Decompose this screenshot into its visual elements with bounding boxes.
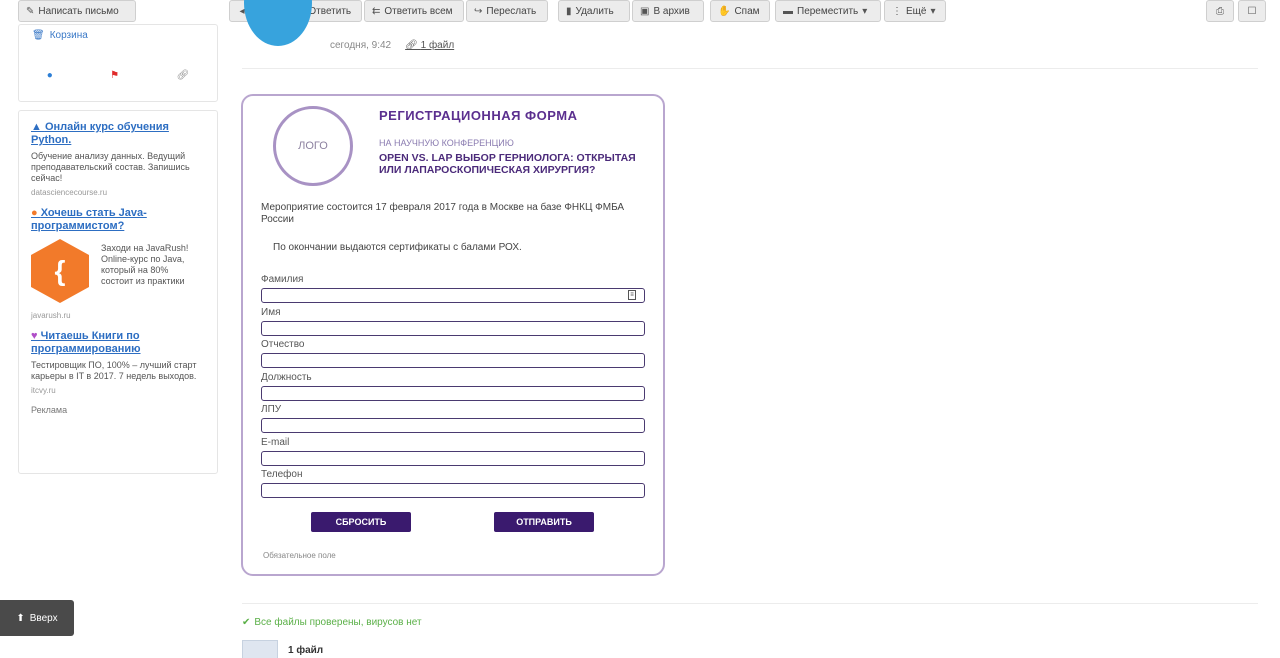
sidebar-filter-icons: ● ⚑ 🔗︎ — [18, 70, 218, 81]
surname-input[interactable]: ≡ — [261, 288, 645, 303]
required-note: Обязательное поле — [263, 551, 336, 560]
name-field: Имя — [261, 307, 645, 336]
forward-button[interactable]: ↪ Переслать — [466, 0, 548, 22]
flag-icon[interactable]: ⚑ — [110, 70, 119, 81]
printer-icon: ⎙ — [1216, 5, 1224, 17]
dots-icon: ⋮ — [892, 5, 902, 17]
email-field: E-mail — [261, 437, 645, 466]
warning-icon: ▲ — [31, 121, 45, 133]
keyboard-icon[interactable]: ≡ — [628, 290, 636, 300]
scroll-up-button[interactable]: ⬆ Вверх — [0, 600, 74, 636]
file-thumbnail[interactable] — [242, 640, 278, 658]
email-input[interactable] — [261, 451, 645, 466]
chevron-down-icon: ▾ — [930, 5, 936, 17]
surname-field: Фамилия ≡ — [261, 274, 645, 303]
ad-text: Тестировщик ПО, 100% – лучший старт карь… — [31, 360, 197, 381]
ad-source: itcvy.ru — [31, 386, 56, 395]
trash-icon: ▮ — [566, 5, 572, 17]
ads-panel: ▲ Онлайн курс обучения Python. Обучение … — [18, 110, 218, 474]
forward-icon: ↪ — [474, 5, 483, 17]
lpu-input[interactable] — [261, 418, 645, 433]
folder-icon: ▬ — [783, 5, 793, 17]
name-input[interactable] — [261, 321, 645, 336]
reset-button[interactable]: СБРОСИТЬ — [311, 512, 411, 532]
javarush-logo: { — [31, 239, 89, 303]
form-title: РЕГИСТРАЦИОННАЯ ФОРМА — [379, 108, 578, 123]
field-label: E-mail — [261, 437, 290, 448]
ad-source: javarush.ru — [31, 311, 71, 320]
field-label: Телефон — [261, 469, 303, 480]
lpu-field: ЛПУ — [261, 404, 645, 433]
field-label: Фамилия — [261, 274, 304, 285]
window-icon: ☐ — [1247, 5, 1257, 17]
paperclip-icon: 🔗︎ — [405, 40, 421, 51]
arrow-up-icon: ⬆ — [16, 612, 25, 624]
field-label: Должность — [261, 372, 312, 383]
form-subtitle: НА НАУЧНУЮ КОНФЕРЕНЦИЮ — [379, 138, 514, 148]
ad-text: Заходи на JavaRush! Online-курс по Java,… — [101, 243, 189, 286]
circle-icon: ● — [31, 207, 41, 219]
position-input[interactable] — [261, 386, 645, 401]
patronymic-input[interactable] — [261, 353, 645, 368]
field-label: Отчество — [261, 339, 305, 350]
event-info: Мероприятие состоится 17 февраля 2017 го… — [261, 202, 625, 225]
archive-icon: ▣ — [640, 5, 650, 17]
attachments-link[interactable]: 🔗︎ 1 файл — [405, 40, 454, 51]
sidebar-item-trash[interactable]: 🗑 Корзина — [32, 30, 88, 41]
heart-icon: ♥ — [31, 330, 41, 342]
move-button[interactable]: ▬ Переместить ▾ — [775, 0, 881, 22]
reply-all-icon: ⇇ — [372, 5, 381, 17]
ad-title[interactable]: ● Хочешь стать Java-программистом? — [31, 207, 205, 233]
patronymic-field: Отчество — [261, 339, 645, 368]
unread-dot-icon[interactable]: ● — [47, 70, 53, 81]
attachments-row: 1 файл — [242, 640, 323, 658]
ad-source: datasciencecourse.ru — [31, 188, 108, 197]
archive-button[interactable]: ▣ В архив — [632, 0, 704, 22]
position-field: Должность — [261, 372, 645, 401]
paperclip-icon[interactable]: 🔗︎ — [177, 70, 190, 81]
field-label: ЛПУ — [261, 404, 282, 415]
print-button[interactable]: ⎙ — [1206, 0, 1234, 22]
chevron-down-icon: ▾ — [862, 5, 868, 17]
conference-heading: OPEN VS. LAP ВЫБОР ГЕРНИОЛОГА: ОТКРЫТАЯ … — [379, 152, 636, 176]
certificates-note: По окончании выдаются сертификаты с бала… — [273, 242, 522, 253]
compose-button[interactable]: ✎ Написать письмо — [18, 0, 136, 22]
sender-avatar — [244, 0, 312, 46]
virus-check-status: ✔ Все файлы проверены, вирусов нет — [242, 617, 422, 628]
open-window-button[interactable]: ☐ — [1238, 0, 1266, 22]
ad-item[interactable]: ● Хочешь стать Java-программистом? { Зах… — [31, 207, 205, 320]
trash-icon: 🗑 — [32, 30, 45, 41]
message-meta: сегодня, 9:42 🔗︎ 1 файл — [330, 40, 454, 51]
reply-all-button[interactable]: ⇇ Ответить всем — [364, 0, 464, 22]
files-count: 1 файл — [288, 644, 324, 656]
ad-item[interactable]: ▲ Онлайн курс обучения Python. Обучение … — [31, 121, 205, 197]
pencil-icon: ✎ — [26, 5, 35, 17]
phone-input[interactable] — [261, 483, 645, 498]
ad-title[interactable]: ♥ Читаешь Книги по программированию — [31, 330, 205, 356]
ads-label: Реклама — [31, 405, 68, 415]
submit-button[interactable]: ОТПРАВИТЬ — [494, 512, 594, 532]
checkmark-icon: ✔ — [242, 617, 251, 628]
divider — [242, 603, 1258, 604]
ad-title[interactable]: ▲ Онлайн курс обучения Python. — [31, 121, 205, 147]
spam-button[interactable]: ✋ Спам — [710, 0, 770, 22]
field-label: Имя — [261, 307, 281, 318]
toolbar: ✎ Написать письмо ◂ ▾ ↩ Ответить ⇇ Ответ… — [0, 0, 1280, 24]
logo-placeholder: ЛОГО — [273, 106, 353, 186]
divider — [242, 68, 1258, 69]
ad-text: Обучение анализу данных. Ведущий препода… — [31, 151, 190, 183]
phone-field: Телефон — [261, 469, 645, 498]
ad-item[interactable]: ♥ Читаешь Книги по программированию Тест… — [31, 330, 205, 395]
thumbs-down-icon: ✋ — [718, 5, 731, 17]
more-button[interactable]: ⋮ Ещё ▾ — [884, 0, 946, 22]
registration-form: ЛОГО РЕГИСТРАЦИОННАЯ ФОРМА НА НАУЧНУЮ КО… — [241, 94, 665, 576]
delete-button[interactable]: ▮ Удалить — [558, 0, 630, 22]
message-time: сегодня, 9:42 — [330, 40, 392, 51]
